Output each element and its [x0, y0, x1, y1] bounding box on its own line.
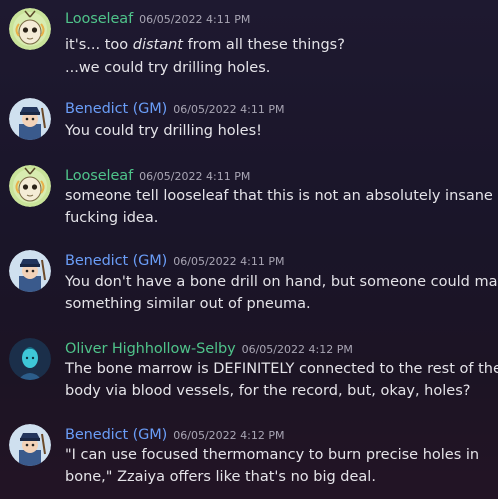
- author-name[interactable]: Oliver Highhollow-Selby: [65, 341, 236, 357]
- author-name[interactable]: Looseleaf: [65, 11, 133, 27]
- oliver-avatar-icon[interactable]: [9, 338, 51, 380]
- timestamp: 06/05/2022 4:11 PM: [139, 13, 251, 26]
- author-name[interactable]: Looseleaf: [65, 168, 133, 184]
- message-text: fucking idea.: [65, 210, 159, 226]
- gm-avatar-icon[interactable]: [9, 98, 51, 140]
- text-run: it's... too: [65, 37, 133, 53]
- message-text: someone tell looseleaf that this is not …: [65, 188, 493, 204]
- message-text: You could try drilling holes!: [65, 123, 262, 139]
- message-text: something similar out of pneuma.: [65, 296, 311, 312]
- gm-avatar-icon[interactable]: [9, 424, 51, 466]
- timestamp: 06/05/2022 4:11 PM: [173, 255, 285, 268]
- message-text: body via blood vessels, for the record, …: [65, 383, 471, 399]
- timestamp: 06/05/2022 4:11 PM: [173, 103, 285, 116]
- author-name[interactable]: Benedict (GM): [65, 253, 167, 269]
- timestamp: 06/05/2022 4:12 PM: [173, 429, 285, 442]
- author-name[interactable]: Benedict (GM): [65, 101, 167, 117]
- moth-avatar-icon[interactable]: [9, 165, 51, 207]
- gm-avatar-icon[interactable]: [9, 250, 51, 292]
- author-name[interactable]: Benedict (GM): [65, 427, 167, 443]
- message-text: it's... too distant from all these thing…: [65, 34, 493, 56]
- moth-avatar-icon[interactable]: [9, 8, 51, 50]
- message-text: The bone marrow is DEFINITELY connected …: [65, 361, 498, 377]
- message-text: ...we could try drilling holes.: [65, 60, 271, 76]
- emphasis-text: distant: [132, 37, 183, 53]
- message-text: "I can use focused thermomancy to burn p…: [65, 447, 480, 463]
- message-text: bone," Zzaiya offers like that's no big …: [65, 469, 376, 485]
- text-run: from all these things?: [182, 37, 345, 53]
- message-text: You don't have a bone drill on hand, but…: [65, 274, 498, 290]
- timestamp: 06/05/2022 4:12 PM: [241, 343, 353, 356]
- chat-log: Looseleaf 06/05/2022 4:11 PM it's... too …: [0, 0, 498, 499]
- timestamp: 06/05/2022 4:11 PM: [139, 170, 251, 183]
